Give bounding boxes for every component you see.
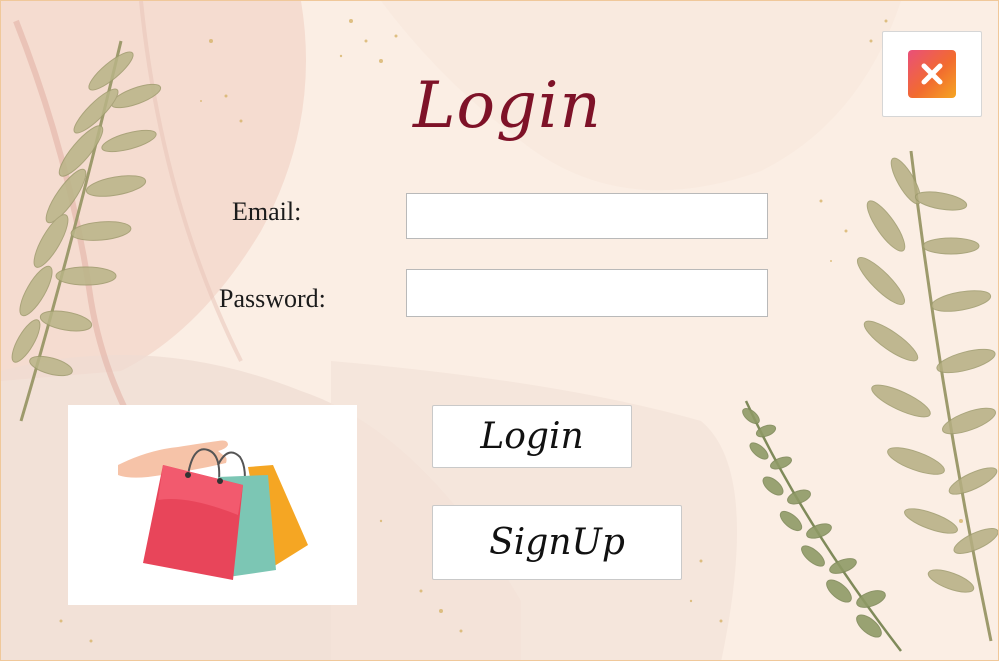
signup-button[interactable]: SignUp bbox=[432, 505, 682, 580]
login-window: Login Email: Password: Login SignUp bbox=[0, 0, 999, 661]
shopping-bags-icon bbox=[118, 440, 308, 580]
close-button[interactable] bbox=[882, 31, 982, 117]
shopping-bags-image bbox=[68, 405, 357, 605]
password-field[interactable] bbox=[406, 269, 768, 317]
email-label: Email: bbox=[232, 197, 302, 226]
page-title: Login bbox=[413, 69, 602, 143]
email-field[interactable] bbox=[406, 193, 768, 239]
close-icon bbox=[908, 50, 956, 98]
password-label: Password: bbox=[219, 284, 326, 313]
login-button[interactable]: Login bbox=[432, 405, 632, 468]
